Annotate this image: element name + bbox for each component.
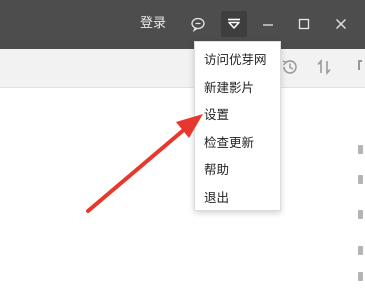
dropdown-menu-icon xyxy=(228,18,240,29)
menu-item-new-movie[interactable]: 新建影片 xyxy=(195,74,280,102)
title-bar: 登录 xyxy=(0,0,365,49)
close-icon[interactable] xyxy=(329,12,353,36)
login-link[interactable]: 登录 xyxy=(140,15,166,33)
dropdown-menu-button[interactable] xyxy=(221,11,247,37)
minimize-icon[interactable] xyxy=(256,12,280,36)
menu-item-exit[interactable]: 退出 xyxy=(195,184,280,212)
menu-item-check-updates[interactable]: 检查更新 xyxy=(195,129,280,157)
toolbar-edge-glyph xyxy=(358,58,365,72)
toolbar xyxy=(0,49,365,88)
menu-item-help[interactable]: 帮助 xyxy=(195,156,280,184)
maximize-icon[interactable] xyxy=(292,12,316,36)
main-dropdown-menu: 访问优芽网 新建影片 设置 检查更新 帮助 退出 xyxy=(194,41,281,211)
menu-item-settings[interactable]: 设置 xyxy=(195,101,280,129)
sort-arrows-icon[interactable] xyxy=(313,56,335,78)
history-clock-icon[interactable] xyxy=(279,56,301,78)
chat-bubble-icon[interactable] xyxy=(186,12,210,36)
menu-item-visit-site[interactable]: 访问优芽网 xyxy=(195,46,280,74)
